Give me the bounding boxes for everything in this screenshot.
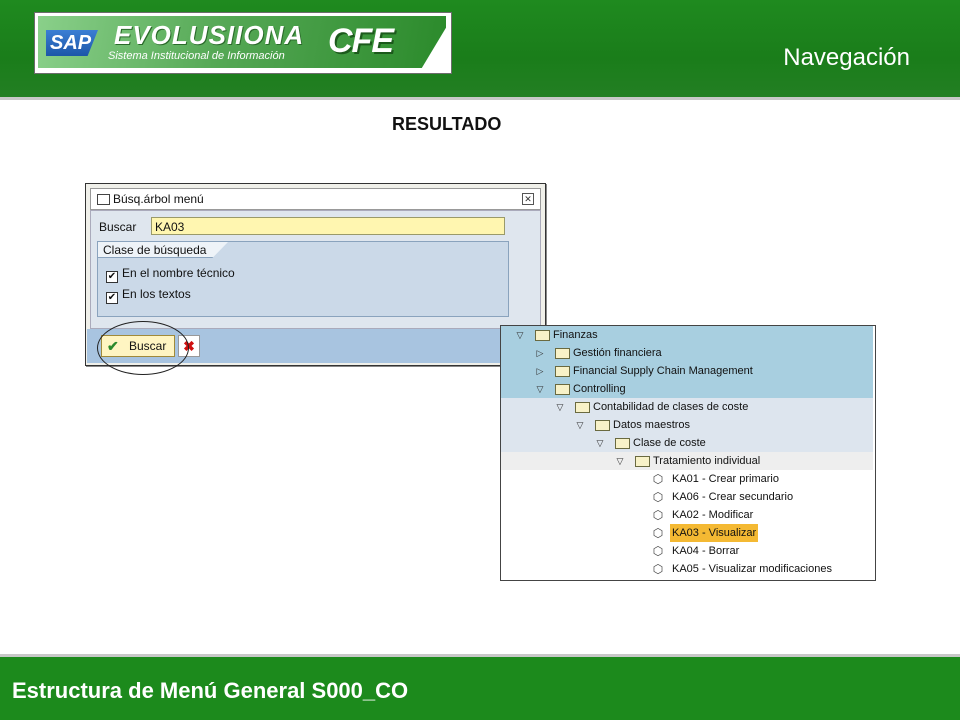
header-title: Navegación xyxy=(783,44,910,71)
folder-icon xyxy=(555,384,570,395)
expanded-arrow-icon[interactable]: ▽ xyxy=(575,416,585,434)
folder-icon xyxy=(555,348,570,359)
tree-row-label: KA02 - Modificar xyxy=(672,509,754,521)
tree-row-ka06[interactable]: ⬡ KA06 - Crear secundario xyxy=(501,488,873,506)
tree-row-label: KA01 - Crear primario xyxy=(672,473,779,485)
transaction-cube-icon: ⬡ xyxy=(652,472,664,486)
tree-row-label: KA06 - Crear secundario xyxy=(672,491,794,503)
evolusiiona-logo: SAP EVOLUSIIONA Sistema Institucional de… xyxy=(34,12,452,74)
tree-row-controlling[interactable]: ▽ Controlling xyxy=(501,380,873,399)
option-technical-name-label: En el nombre técnico xyxy=(122,266,235,280)
dialog-title: Búsq.árbol menú xyxy=(113,192,204,206)
technical-name-checkbox[interactable]: ✔ xyxy=(106,271,118,283)
folder-icon xyxy=(615,438,630,449)
dialog-window-icon xyxy=(97,194,110,205)
option-texts[interactable]: ✔ En los textos xyxy=(106,287,191,304)
search-input[interactable]: KA03 xyxy=(151,217,505,235)
option-technical-name[interactable]: ✔ En el nombre técnico xyxy=(106,266,235,283)
collapsed-arrow-icon[interactable]: ▷ xyxy=(535,362,545,380)
tree-row-label: Gestión financiera xyxy=(573,347,662,359)
tree-row-label: Datos maestros xyxy=(613,419,691,431)
tree-row-label: Tratamiento individual xyxy=(653,455,761,467)
sap-logo: SAP xyxy=(46,30,98,56)
tree-row-contabilidad-clases-coste[interactable]: ▽ Contabilidad de clases de coste xyxy=(501,398,873,417)
tree-row-label: KA04 - Borrar xyxy=(672,545,740,557)
folder-icon xyxy=(555,366,570,377)
expanded-arrow-icon[interactable]: ▽ xyxy=(535,380,545,398)
tree-row-gestion-financiera[interactable]: ▷ Gestión financiera xyxy=(501,344,873,363)
highlight-circle xyxy=(97,321,189,375)
transaction-cube-icon: ⬡ xyxy=(652,526,664,540)
header-bar: SAP EVOLUSIIONA Sistema Institucional de… xyxy=(0,0,960,97)
footer-title: Estructura de Menú General S000_CO xyxy=(12,678,409,703)
logo-subtitle: Sistema Institucional de Información xyxy=(108,50,285,62)
collapsed-arrow-icon[interactable]: ▷ xyxy=(535,344,545,362)
tree-row-ka02[interactable]: ⬡ KA02 - Modificar xyxy=(501,506,873,524)
tree-row-ka05[interactable]: ⬡ KA05 - Visualizar modificaciones xyxy=(501,560,873,578)
option-texts-label: En los textos xyxy=(122,287,191,301)
expanded-arrow-icon[interactable]: ▽ xyxy=(515,326,525,344)
cfe-logo: CFE xyxy=(328,22,394,60)
search-label: Buscar xyxy=(99,220,137,234)
tree-row-ka03[interactable]: ⬡ KA03 - Visualizar xyxy=(501,524,873,542)
search-type-group: Clase de búsqueda ✔ En el nombre técnico … xyxy=(97,241,509,317)
dialog-body: Buscar KA03 Clase de búsqueda ✔ En el nom… xyxy=(90,210,541,329)
tree-row-datos-maestros[interactable]: ▽ Datos maestros xyxy=(501,416,873,435)
tree-row-label: Financial Supply Chain Management xyxy=(573,365,753,377)
expanded-arrow-icon[interactable]: ▽ xyxy=(615,452,625,470)
folder-icon xyxy=(635,456,650,467)
close-icon[interactable]: ✕ xyxy=(522,193,534,205)
transaction-cube-icon: ⬡ xyxy=(652,508,664,522)
expanded-arrow-icon[interactable]: ▽ xyxy=(555,398,565,416)
transaction-cube-icon: ⬡ xyxy=(652,562,664,576)
transaction-cube-icon: ⬡ xyxy=(652,490,664,504)
transaction-cube-icon: ⬡ xyxy=(652,544,664,558)
folder-icon xyxy=(535,330,550,341)
texts-checkbox[interactable]: ✔ xyxy=(106,292,118,304)
tree-row-label: KA05 - Visualizar modificaciones xyxy=(672,563,832,575)
search-type-group-title: Clase de búsqueda xyxy=(98,242,228,258)
tree-row-ka01[interactable]: ⬡ KA01 - Crear primario xyxy=(501,470,873,488)
dialog-title-bar: Búsq.árbol menú ✕ xyxy=(90,188,541,210)
tree-row-finanzas[interactable]: ▽ Finanzas xyxy=(501,326,873,345)
menu-tree-result: ▽ Finanzas ▷ Gestión financiera ▷ Financ… xyxy=(500,325,876,581)
tree-row-label-highlighted: KA03 - Visualizar xyxy=(670,524,759,542)
tree-row-label: Clase de coste xyxy=(633,437,706,449)
tree-row-ka04[interactable]: ⬡ KA04 - Borrar xyxy=(501,542,873,560)
tree-row-label: Contabilidad de clases de coste xyxy=(593,401,749,413)
tree-row-label: Finanzas xyxy=(553,329,598,341)
result-title: RESULTADO xyxy=(392,114,502,134)
tree-row-label: Controlling xyxy=(573,383,626,395)
expanded-arrow-icon[interactable]: ▽ xyxy=(595,434,605,452)
folder-icon xyxy=(575,402,590,413)
logo-brand: EVOLUSIIONA xyxy=(114,20,305,50)
folder-icon xyxy=(595,420,610,431)
tree-row-clase-de-coste[interactable]: ▽ Clase de coste xyxy=(501,434,873,453)
tree-row-financial-supply-chain[interactable]: ▷ Financial Supply Chain Management xyxy=(501,362,873,381)
header-divider xyxy=(0,97,960,100)
tree-row-tratamiento-individual[interactable]: ▽ Tratamiento individual xyxy=(501,452,873,471)
